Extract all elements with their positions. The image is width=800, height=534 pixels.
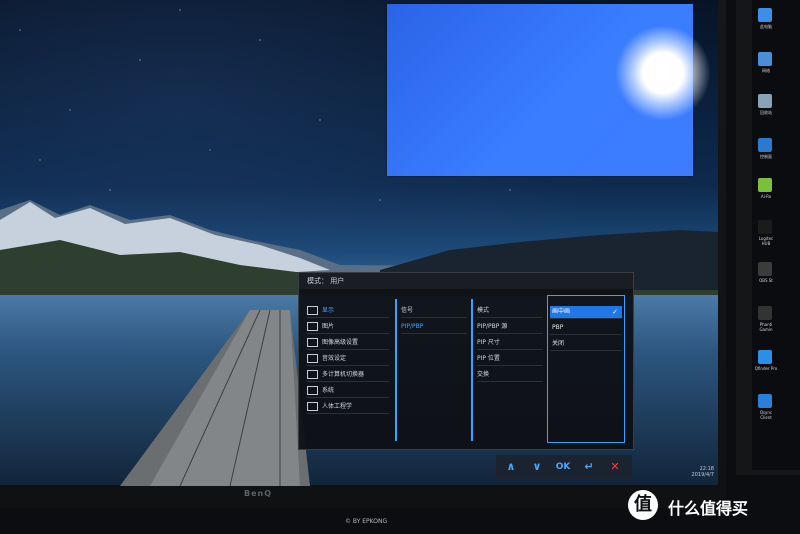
clock-date: 2019/4/7 xyxy=(691,472,714,478)
check-icon: ✓ xyxy=(612,308,618,316)
ok-button[interactable]: OK xyxy=(552,459,574,475)
column-divider xyxy=(395,299,397,441)
this-pc-icon[interactable] xyxy=(758,8,772,22)
submenu-pip-source[interactable]: PIP/PBP 源 xyxy=(477,321,543,334)
site-watermark: 值 什么值得买 xyxy=(628,490,796,524)
watermark-text: 什么值得买 xyxy=(668,499,749,518)
menu-item-kvm[interactable]: 多计算机切换器 xyxy=(307,369,389,382)
kvm-icon xyxy=(307,370,318,379)
recycle-bin-icon[interactable] xyxy=(758,94,772,108)
menu-item-display[interactable]: 显示 xyxy=(307,305,389,318)
logitech-hub-icon[interactable] xyxy=(758,220,772,234)
desktop-label: Logitec HUB xyxy=(758,236,774,246)
option-pip[interactable]: 画中画 ✓ xyxy=(550,306,622,319)
display-icon xyxy=(307,306,318,315)
osd-mode-label: 模式： 用户 xyxy=(307,277,345,285)
qfinder-icon[interactable] xyxy=(758,350,772,364)
submenu-pip-pbp[interactable]: PIP/PBP xyxy=(401,321,467,334)
up-button[interactable]: ∧ xyxy=(500,459,522,475)
control-panel-icon[interactable] xyxy=(758,138,772,152)
menu-item-picture[interactable]: 图片 xyxy=(307,321,389,334)
desktop-label: Ai-Ro xyxy=(760,194,772,199)
obs-icon[interactable] xyxy=(758,262,772,276)
submenu-signal[interactable]: 信号 xyxy=(401,305,467,318)
phantom-gaming-icon[interactable] xyxy=(758,306,772,320)
menu-item-ergonomics[interactable]: 人体工程学 xyxy=(307,401,389,414)
menu-item-system[interactable]: 系统 xyxy=(307,385,389,398)
second-monitor-desktop: 此电脑 网络 回收站 控制面 Ai-Ro Logitec HUB OBS St … xyxy=(752,0,800,470)
desktop-label: 控制面 xyxy=(760,154,772,159)
submenu-pip-size[interactable]: PIP 尺寸 xyxy=(477,337,543,350)
desktop-label: Phanti Gamin xyxy=(759,322,773,332)
taskbar-clock: 22:18 2019/4/7 xyxy=(670,466,714,478)
back-button[interactable]: ↵ xyxy=(578,459,600,475)
watermark-logo: 值 xyxy=(628,490,658,520)
network-icon[interactable] xyxy=(758,52,772,66)
speaker-icon xyxy=(307,354,318,363)
close-button[interactable]: ✕ xyxy=(604,459,626,475)
osd-hotkey-bar: ∧ ∨ OK ↵ ✕ xyxy=(496,455,632,479)
menu-item-audio[interactable]: 音效设定 xyxy=(307,353,389,366)
desktop-label: 网络 xyxy=(762,68,770,73)
desktop-label: 此电脑 xyxy=(760,24,772,29)
eye-icon xyxy=(307,402,318,411)
option-panel: 画中画 ✓ PBP 关闭 xyxy=(547,295,625,443)
option-pbp[interactable]: PBP xyxy=(550,322,622,335)
down-button[interactable]: ∨ xyxy=(526,459,548,475)
pip-light-glow xyxy=(615,25,711,121)
wrench-icon xyxy=(307,386,318,395)
submenu-swap[interactable]: 交换 xyxy=(477,369,543,382)
desktop-label: Qfinder Pro xyxy=(754,366,778,371)
option-off[interactable]: 关闭 xyxy=(550,338,622,351)
brand-logo: BenQ xyxy=(244,489,273,498)
airo-icon[interactable] xyxy=(758,178,772,192)
qsync-icon[interactable] xyxy=(758,394,772,408)
menu-item-picture-advanced[interactable]: 图像高级设置 xyxy=(307,337,389,350)
submenu-mode[interactable]: 模式 xyxy=(477,305,543,318)
picture-advanced-icon xyxy=(307,338,318,347)
picture-icon xyxy=(307,322,318,331)
column-divider xyxy=(471,299,473,441)
photo-credit: © BY EPKONG xyxy=(345,518,388,525)
desktop-label: Qsync Client xyxy=(759,410,773,420)
desktop-label: OBS St xyxy=(759,278,773,283)
desktop-label: 回收站 xyxy=(760,110,772,115)
submenu-pip-position[interactable]: PIP 位置 xyxy=(477,353,543,366)
osd-menu: 模式： 用户 显示 图片 图像高级设置 音效设定 多计算机切换器 系统 人体工程… xyxy=(298,272,634,450)
osd-header: 模式： 用户 xyxy=(299,273,633,289)
